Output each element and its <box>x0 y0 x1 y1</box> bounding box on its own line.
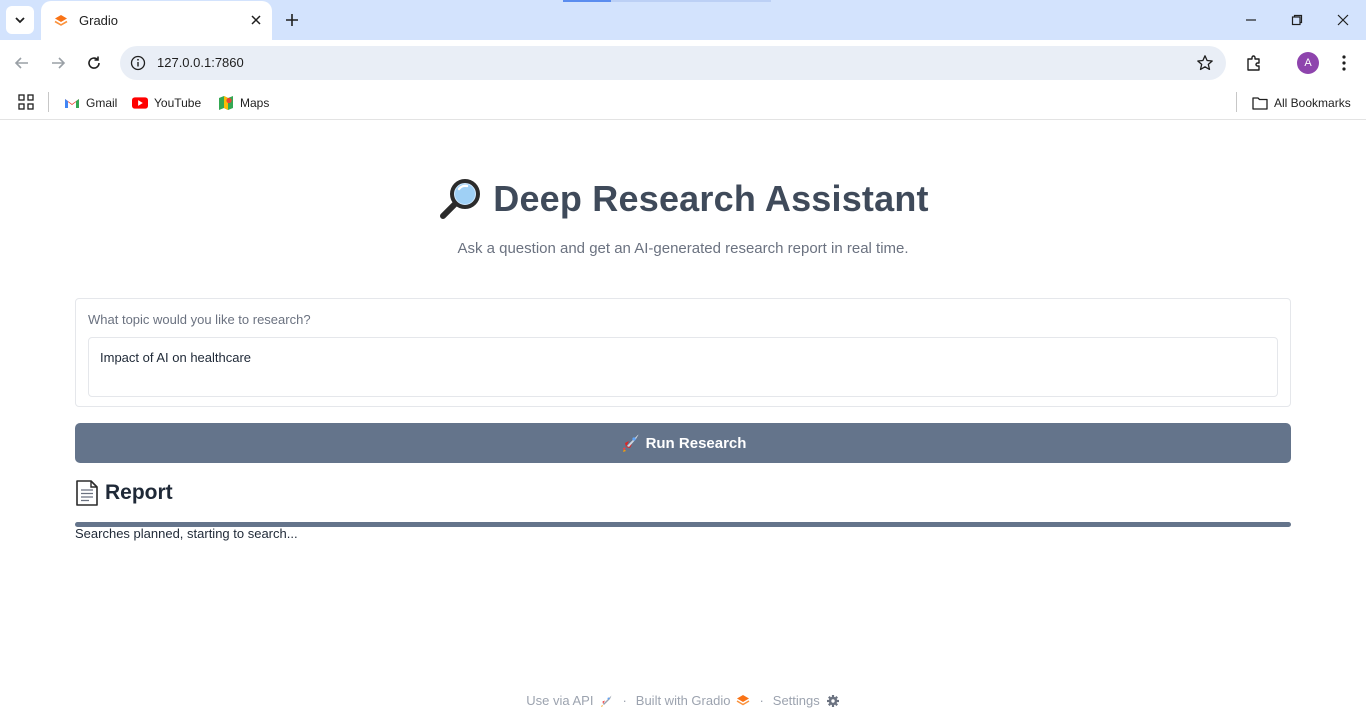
header: Deep Research Assistant <box>0 176 1366 222</box>
magnifying-glass-icon <box>440 179 481 219</box>
bookmarks-separator <box>48 92 49 112</box>
gradio-favicon-icon <box>54 14 68 26</box>
restore-button[interactable] <box>1285 8 1309 32</box>
bookmark-star-icon[interactable] <box>1196 54 1214 72</box>
close-icon <box>1337 14 1349 26</box>
maps-icon <box>218 95 234 111</box>
bookmarks-bar: Gmail YouTube Maps All Bookmarks <box>0 86 1366 120</box>
arrow-right-icon <box>52 57 66 69</box>
bookmark-label: Maps <box>240 96 270 110</box>
bookmark-label: Gmail <box>86 96 118 110</box>
report-title: Report <box>105 481 173 504</box>
gmail-icon <box>64 95 80 111</box>
page-title: Deep Research Assistant <box>493 178 929 219</box>
arrow-left-icon <box>14 57 28 69</box>
extensions-button[interactable] <box>1243 52 1265 74</box>
back-button[interactable] <box>9 50 35 76</box>
footer-separator: · <box>759 693 764 708</box>
bookmark-youtube[interactable]: YouTube <box>132 93 201 113</box>
all-bookmarks-label: All Bookmarks <box>1274 96 1351 110</box>
youtube-icon <box>132 95 148 111</box>
browser-tabbar: Gradio <box>0 0 1366 40</box>
browser-menu-button[interactable] <box>1333 52 1355 74</box>
topic-input-value: Impact of AI on healthcare <box>100 350 252 365</box>
tab-strip-indicator <box>563 0 611 2</box>
profile-avatar[interactable]: A <box>1297 52 1319 74</box>
browser-toolbar: 127.0.0.1:7860 A <box>0 40 1366 86</box>
minimize-icon <box>1246 19 1256 21</box>
tab-title: Gradio <box>79 13 119 28</box>
plus-icon <box>286 14 298 26</box>
gradio-logo-icon <box>736 694 750 708</box>
rocket-icon <box>622 434 639 452</box>
address-bar-url: 127.0.0.1:7860 <box>157 55 244 70</box>
footer: Use via API · Built with Gradio · Settin… <box>0 693 1366 708</box>
apps-grid-icon[interactable] <box>18 94 34 110</box>
all-bookmarks-button[interactable]: All Bookmarks <box>1252 93 1351 113</box>
folder-icon <box>1252 95 1268 111</box>
topic-input[interactable]: Impact of AI on healthcare <box>88 337 1278 397</box>
chevron-down-icon <box>15 17 25 24</box>
reload-icon <box>88 56 100 69</box>
page-subtitle: Ask a question and get an AI-generated r… <box>457 240 909 257</box>
address-bar[interactable]: 127.0.0.1:7860 <box>120 46 1226 80</box>
reload-button[interactable] <box>81 50 107 76</box>
site-info-icon[interactable] <box>130 55 146 71</box>
restore-icon <box>1291 14 1303 26</box>
report-heading: Report <box>75 480 173 506</box>
rocket-icon <box>599 694 613 708</box>
topic-input-block: What topic would you like to research? I… <box>75 298 1291 407</box>
minimize-button[interactable] <box>1239 8 1263 32</box>
bookmark-maps[interactable]: Maps <box>218 93 269 113</box>
run-research-button[interactable]: Run Research <box>75 423 1291 463</box>
settings-link[interactable]: Settings <box>773 693 820 708</box>
gear-icon <box>826 694 840 708</box>
run-research-label: Run Research <box>645 434 747 452</box>
tab-close-button[interactable] <box>248 12 264 28</box>
bookmarks-separator <box>1236 92 1237 112</box>
close-icon <box>251 15 261 25</box>
document-icon <box>76 480 98 506</box>
bookmark-label: YouTube <box>154 96 202 110</box>
use-via-api-link[interactable]: Use via API <box>526 693 593 708</box>
forward-button[interactable] <box>45 50 71 76</box>
footer-separator: · <box>622 693 627 708</box>
close-window-button[interactable] <box>1331 8 1355 32</box>
topic-input-label: What topic would you like to research? <box>88 312 311 327</box>
gradio-app: Deep Research Assistant Ask a question a… <box>0 121 1366 722</box>
puzzle-icon <box>1247 55 1260 71</box>
bookmark-gmail[interactable]: Gmail <box>64 93 117 113</box>
report-status-text: Searches planned, starting to search... <box>75 526 298 541</box>
new-tab-button[interactable] <box>282 10 302 30</box>
built-with-gradio-link[interactable]: Built with Gradio <box>636 693 731 708</box>
tab-search-button[interactable] <box>6 6 34 34</box>
more-vertical-icon <box>1342 55 1346 71</box>
tab-strip-indicator-secondary <box>611 0 771 2</box>
browser-tab-active[interactable]: Gradio <box>41 1 272 40</box>
